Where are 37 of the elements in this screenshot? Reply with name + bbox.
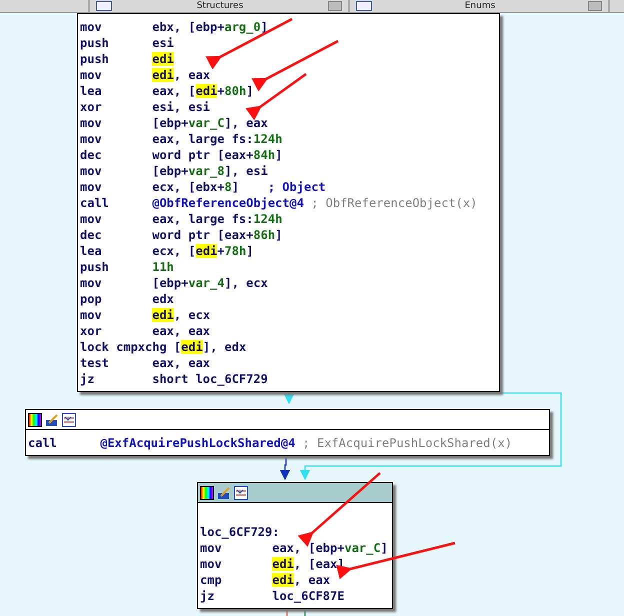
code-line: push 11h [80, 259, 175, 275]
code-line: mov [ebp+var_8], esi [80, 163, 269, 179]
code-line: mov eax, large fs:124h [80, 131, 284, 147]
code-line: push edi [80, 51, 175, 67]
code-line: mov ecx, [ebx+8] ; Object [80, 179, 327, 195]
code-line: mov eax, [ebp+var_C] [200, 540, 389, 556]
window-icon [356, 1, 372, 11]
code-line: dec word ptr [eax+86h] [80, 227, 284, 243]
code-line: dec word ptr [eax+84h] [80, 147, 284, 163]
window-icon [96, 1, 112, 11]
code-line: push esi [80, 35, 175, 51]
code-line: jz loc_6CF87E [200, 588, 346, 604]
code-line: lock cmpxchg [edi], edx [80, 339, 248, 355]
code-line: mov edi, ecx [80, 307, 212, 323]
code-line: call @ObfReferenceObject@4 ; ObfReferenceObject(x) [80, 195, 478, 211]
pencil-icon[interactable] [45, 412, 59, 426]
code-line: xor esi, esi [80, 99, 212, 115]
color-icon[interactable] [200, 486, 214, 500]
code-line: jz short loc_6CF729 [80, 371, 269, 387]
code-line: xor eax, eax [80, 323, 212, 339]
code-label: loc_6CF729: [200, 524, 280, 540]
code-line: mov [ebp+var_C], eax [80, 115, 269, 131]
pointer-arrow [245, 72, 307, 120]
pencil-icon[interactable] [217, 486, 231, 500]
code-line: test eax, eax [80, 355, 212, 371]
code-line: mov edi, eax [80, 67, 212, 83]
code-line: mov eax, large fs:124h [80, 211, 284, 227]
code-line: lea eax, [edi+80h] [80, 83, 254, 99]
code-line: mov ebx, [ebp+arg_0] [80, 19, 269, 35]
code-line: pop edx [80, 291, 175, 307]
code-line: cmp edi, eax [200, 572, 332, 588]
code-line: lea ecx, [edi+78h] [80, 243, 254, 259]
code-line: call @ExfAcquirePushLockShared@4 ; ExfAcquirePushLockShared(x) [28, 435, 514, 451]
code-line: mov [ebp+var_4], ecx [80, 275, 269, 291]
graph-icon[interactable] [62, 412, 76, 426]
graph-icon[interactable] [234, 486, 248, 500]
color-icon[interactable] [28, 412, 42, 426]
